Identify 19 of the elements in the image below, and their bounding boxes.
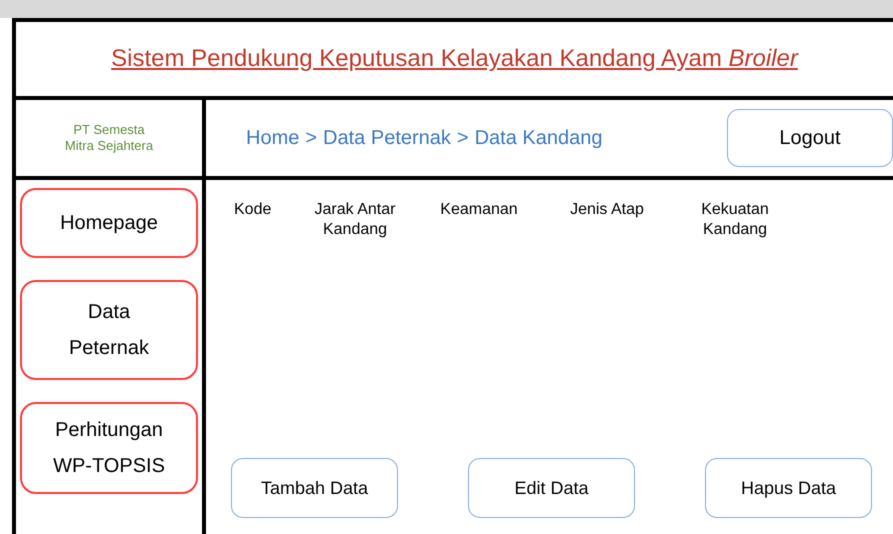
column-header: Jenis Atap [569,200,645,220]
column-header: Kekuatan Kandang [700,200,770,240]
breadcrumb-link[interactable]: Home [246,123,300,153]
company-name: PT Semesta Mitra Sejahtera [64,122,154,154]
sidebar-item[interactable]: Data Peternak [20,280,198,380]
logout-button[interactable]: Logout [727,109,893,167]
breadcrumb-separator: > [305,126,318,151]
column-header: Jarak Antar Kandang [314,200,396,240]
action-button[interactable]: Hapus Data [705,458,872,518]
column-header: Keamanan [439,200,519,220]
app-title: Sistem Pendukung Keputusan Kelayakan Kandang Ayam Broiler [111,44,798,74]
breadcrumb-link[interactable]: Data Kandang [474,123,602,153]
action-button[interactable]: Edit Data [468,458,635,518]
column-header: Kode [234,200,272,220]
breadcrumb-link[interactable]: Data Peternak [323,123,451,153]
sidebar-item[interactable]: Homepage [20,188,198,258]
action-button[interactable]: Tambah Data [231,458,398,518]
breadcrumb-separator: > [456,126,469,151]
sidebar-item[interactable]: Perhitungan WP-TOPSIS [20,402,198,494]
